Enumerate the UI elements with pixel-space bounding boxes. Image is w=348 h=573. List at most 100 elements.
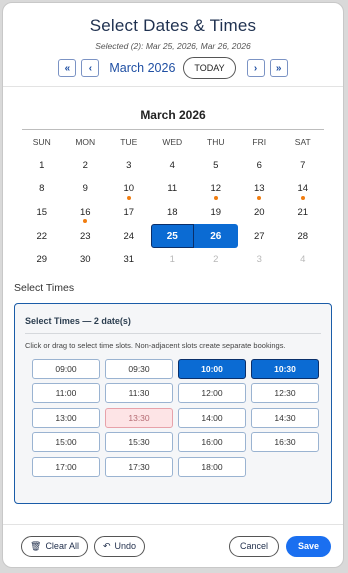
time-slot[interactable]: 11:00 (32, 383, 100, 404)
next-month-button[interactable]: › (246, 59, 265, 77)
next-year-button[interactable]: » (269, 59, 288, 77)
weekday-wed: WED (162, 136, 183, 147)
calendar-day[interactable]: 1 (20, 154, 64, 178)
calendar-day[interactable]: 16 (64, 201, 108, 225)
time-slot[interactable]: 17:30 (105, 456, 173, 477)
clear-all-label: Clear All (45, 541, 79, 551)
calendar-day-number: 23 (79, 230, 91, 242)
today-button[interactable]: TODAY (183, 57, 236, 79)
calendar-day-number: 26 (210, 230, 222, 242)
calendar-day[interactable]: 8 (20, 177, 64, 201)
calendar-day[interactable]: 20 (238, 201, 282, 225)
calendar-day-number: 18 (166, 207, 178, 219)
calendar-day[interactable]: 17 (107, 201, 151, 225)
event-dot-icon (126, 195, 131, 200)
calendar-day-number: 10 (123, 183, 135, 195)
calendar-day[interactable]: 15 (20, 201, 64, 225)
calendar-day[interactable]: 2 (64, 154, 108, 178)
calendar-day[interactable]: 9 (64, 177, 108, 201)
calendar-day[interactable]: 28 (281, 224, 325, 248)
time-slot[interactable]: 15:30 (105, 432, 173, 453)
calendar-day-number: 22 (36, 230, 48, 242)
calendar-day-number: 29 (36, 254, 48, 266)
calendar-day[interactable]: 31 (107, 248, 151, 272)
calendar-week-row: 15 16 17 18 19 20 21 (20, 201, 326, 225)
month-navigation: « ‹ March 2026 TODAY › » (3, 57, 343, 79)
calendar-day[interactable]: 4 (151, 154, 195, 178)
calendar-day[interactable]: 19 (194, 201, 238, 225)
header-divider (3, 86, 343, 87)
calendar-day-number: 31 (123, 254, 135, 266)
time-slot[interactable]: 14:00 (178, 407, 246, 428)
time-slot[interactable]: 13:00 (32, 407, 100, 428)
calendar-day[interactable]: 23 (64, 224, 108, 248)
calendar-day[interactable]: 21 (281, 201, 325, 225)
time-slot[interactable]: 15:00 (32, 432, 100, 453)
calendar-day-number: 21 (297, 207, 309, 219)
calendar-day[interactable]: 3 (107, 154, 151, 178)
calendar-day-number: 11 (167, 183, 178, 195)
calendar-day[interactable]: 27 (238, 224, 282, 248)
calendar-day[interactable]: 13 (238, 177, 282, 201)
calendar-day[interactable]: 14 (281, 177, 325, 201)
calendar-day-number: 12 (210, 183, 222, 195)
time-slot-selected[interactable]: 10:00 (178, 358, 246, 379)
time-slot[interactable]: 12:30 (251, 383, 319, 404)
calendar-day: 4 (281, 248, 325, 272)
clear-all-button[interactable]: 🗑 Clear All (21, 535, 88, 557)
calendar-day-number: 15 (36, 207, 48, 219)
calendar-day[interactable]: 22 (20, 224, 64, 248)
calendar-day-number: 19 (210, 207, 222, 219)
modal-header: Select Dates & Times Selected (2): Mar 2… (3, 3, 343, 79)
time-slot[interactable]: 14:30 (251, 407, 319, 428)
time-slot[interactable]: 17:00 (32, 456, 100, 477)
calendar-day[interactable]: 5 (194, 154, 238, 178)
undo-label: Undo (114, 541, 137, 551)
calendar-day[interactable]: 10 (107, 177, 151, 201)
calendar-day[interactable]: 29 (20, 248, 64, 272)
weekday-tue: TUE (120, 136, 138, 147)
calendar-day[interactable]: 30 (64, 248, 108, 272)
calendar-day-number: 6 (256, 159, 262, 171)
undo-button[interactable]: ↶ Undo (93, 535, 146, 557)
weekday-fri: FRI (252, 136, 267, 147)
weekday-thu: THU (207, 136, 225, 147)
undo-icon: ↶ (102, 540, 111, 551)
calendar-day-number: 5 (213, 159, 219, 171)
prev-month-button[interactable]: ‹ (81, 59, 100, 77)
calendar-day-number: 2 (82, 159, 88, 171)
calendar-day-number: 7 (300, 159, 306, 171)
cancel-button[interactable]: Cancel (228, 535, 279, 557)
time-slot-selected[interactable]: 10:30 (251, 358, 319, 379)
calendar-day[interactable]: 12 (194, 177, 238, 201)
time-slot[interactable]: 09:30 (105, 358, 173, 379)
calendar-day[interactable]: 11 (151, 177, 195, 201)
calendar-day-number: 1 (39, 159, 45, 171)
calendar-grid: SUN MON TUE WED THU FRI SAT 1 2 3 4 5 6 7 8 9 10 11 12 13 1… (20, 130, 326, 272)
save-button[interactable]: Save (285, 535, 331, 557)
calendar-day: 1 (151, 248, 195, 272)
time-slot[interactable]: 16:00 (178, 432, 246, 453)
time-slot[interactable]: 12:00 (178, 383, 246, 404)
time-slot[interactable]: 18:00 (178, 456, 246, 477)
prev-year-button[interactable]: « (58, 59, 77, 77)
calendar-day-selected[interactable]: 25 (150, 224, 194, 248)
calendar-day[interactable]: 6 (238, 154, 282, 178)
event-dot-icon (83, 219, 88, 224)
calendar-day[interactable]: 18 (151, 201, 195, 225)
calendar-week-row: 29 30 31 1 2 3 4 (20, 248, 326, 272)
calendar-day[interactable]: 7 (281, 154, 325, 178)
calendar-day[interactable]: 24 (107, 224, 151, 248)
trash-icon: 🗑 (30, 540, 42, 551)
time-slot[interactable]: 16:30 (251, 432, 319, 453)
calendar-day: 2 (194, 248, 238, 272)
calendar-day-selected[interactable]: 26 (194, 224, 238, 248)
calendar-day-number: 28 (297, 230, 309, 242)
calendar-week-row: 1 2 3 4 5 6 7 (20, 154, 326, 178)
time-slot[interactable]: 11:30 (105, 383, 173, 404)
calendar-day-number: 14 (297, 183, 309, 195)
modal-title: Select Dates & Times (89, 16, 257, 35)
calendar-day-number: 20 (253, 207, 265, 219)
time-slot-unavailable: 13:30 (105, 407, 173, 428)
time-slot[interactable]: 09:00 (32, 358, 100, 379)
